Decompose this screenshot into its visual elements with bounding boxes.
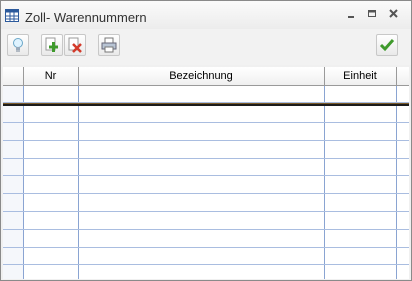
row-indicator[interactable] bbox=[3, 140, 24, 159]
table-icon bbox=[5, 9, 19, 22]
cell-filler bbox=[396, 85, 409, 104]
tip-button[interactable] bbox=[7, 34, 29, 56]
column-header-indicator bbox=[3, 67, 24, 86]
cell-einheit[interactable] bbox=[324, 264, 397, 279]
cell-filler bbox=[396, 211, 409, 230]
cell-bezeichnung[interactable] bbox=[78, 229, 325, 248]
row-indicator[interactable] bbox=[3, 158, 24, 177]
window-title: Zoll- Warennummern bbox=[25, 10, 147, 25]
cell-filler bbox=[396, 175, 409, 195]
add-button[interactable] bbox=[41, 34, 63, 56]
cell-einheit[interactable] bbox=[324, 140, 397, 159]
row-indicator[interactable] bbox=[3, 247, 24, 266]
confirm-button[interactable] bbox=[376, 34, 398, 56]
column-header-filler bbox=[396, 67, 409, 86]
cell-bezeichnung[interactable] bbox=[78, 104, 325, 124]
data-grid[interactable]: Nr Bezeichnung Einheit bbox=[3, 67, 409, 279]
cell-bezeichnung[interactable] bbox=[78, 85, 325, 104]
cell-bezeichnung[interactable] bbox=[78, 122, 325, 141]
cell-filler bbox=[396, 104, 409, 124]
row-indicator[interactable] bbox=[3, 211, 24, 230]
row-indicator[interactable] bbox=[3, 104, 24, 124]
table-row[interactable] bbox=[3, 264, 409, 279]
cell-einheit[interactable] bbox=[324, 229, 397, 248]
cell-einheit[interactable] bbox=[324, 158, 397, 177]
table-row[interactable] bbox=[3, 158, 409, 177]
toolbar bbox=[1, 29, 411, 65]
delete-button[interactable] bbox=[64, 34, 86, 56]
cell-einheit[interactable] bbox=[324, 193, 397, 213]
cell-bezeichnung[interactable] bbox=[78, 158, 325, 177]
cell-filler bbox=[396, 158, 409, 177]
cell-filler bbox=[396, 140, 409, 159]
table-row[interactable] bbox=[3, 193, 409, 213]
cell-bezeichnung[interactable] bbox=[78, 175, 325, 195]
cell-einheit[interactable] bbox=[324, 175, 397, 195]
cell-filler bbox=[396, 122, 409, 141]
cell-bezeichnung[interactable] bbox=[78, 193, 325, 213]
table-row[interactable] bbox=[3, 140, 409, 159]
title-bar[interactable]: Zoll- Warennummern bbox=[1, 1, 411, 29]
cell-nr[interactable] bbox=[23, 264, 79, 279]
row-indicator[interactable] bbox=[3, 264, 24, 279]
column-header-nr[interactable]: Nr bbox=[23, 67, 79, 86]
maximize-icon[interactable] bbox=[364, 7, 380, 21]
row-indicator[interactable] bbox=[3, 122, 24, 141]
column-header-bezeichnung[interactable]: Bezeichnung bbox=[78, 67, 325, 86]
column-header-einheit[interactable]: Einheit bbox=[324, 67, 397, 86]
cell-einheit[interactable] bbox=[324, 85, 397, 104]
cell-einheit[interactable] bbox=[324, 211, 397, 230]
cell-bezeichnung[interactable] bbox=[78, 264, 325, 279]
cell-nr[interactable] bbox=[23, 122, 79, 141]
cell-bezeichnung[interactable] bbox=[78, 211, 325, 230]
cell-nr[interactable] bbox=[23, 140, 79, 159]
cell-nr[interactable] bbox=[23, 211, 79, 230]
cell-filler bbox=[396, 264, 409, 279]
window: Zoll- Warennummern Nr Bezeichnung Einhei… bbox=[0, 0, 412, 281]
checkmark-icon bbox=[379, 39, 395, 52]
cell-nr[interactable] bbox=[23, 85, 79, 104]
row-indicator[interactable] bbox=[3, 85, 24, 104]
table-row[interactable] bbox=[3, 247, 409, 266]
print-button[interactable] bbox=[98, 34, 120, 56]
close-icon[interactable] bbox=[386, 7, 402, 21]
cell-einheit[interactable] bbox=[324, 247, 397, 266]
table-row[interactable] bbox=[3, 122, 409, 141]
cell-filler bbox=[396, 229, 409, 248]
cell-nr[interactable] bbox=[23, 158, 79, 177]
cell-nr[interactable] bbox=[23, 193, 79, 213]
cell-einheit[interactable] bbox=[324, 104, 397, 124]
delete-record-icon bbox=[68, 37, 82, 53]
table-row-new[interactable] bbox=[3, 85, 409, 104]
row-indicator[interactable] bbox=[3, 175, 24, 195]
row-indicator[interactable] bbox=[3, 229, 24, 248]
add-record-icon bbox=[45, 37, 58, 52]
cell-bezeichnung[interactable] bbox=[78, 140, 325, 159]
cell-einheit[interactable] bbox=[324, 122, 397, 141]
table-row[interactable] bbox=[3, 175, 409, 195]
row-indicator[interactable] bbox=[3, 193, 24, 213]
table-row[interactable] bbox=[3, 104, 409, 124]
cell-nr[interactable] bbox=[23, 247, 79, 266]
cell-bezeichnung[interactable] bbox=[78, 247, 325, 266]
cell-nr[interactable] bbox=[23, 229, 79, 248]
table-row[interactable] bbox=[3, 229, 409, 248]
cell-nr[interactable] bbox=[23, 175, 79, 195]
printer-icon bbox=[101, 37, 117, 53]
lightbulb-icon bbox=[13, 38, 23, 52]
table-row[interactable] bbox=[3, 211, 409, 230]
minimize-icon[interactable] bbox=[343, 7, 359, 21]
cell-nr[interactable] bbox=[23, 104, 79, 124]
cell-filler bbox=[396, 247, 409, 266]
cell-filler bbox=[396, 193, 409, 213]
